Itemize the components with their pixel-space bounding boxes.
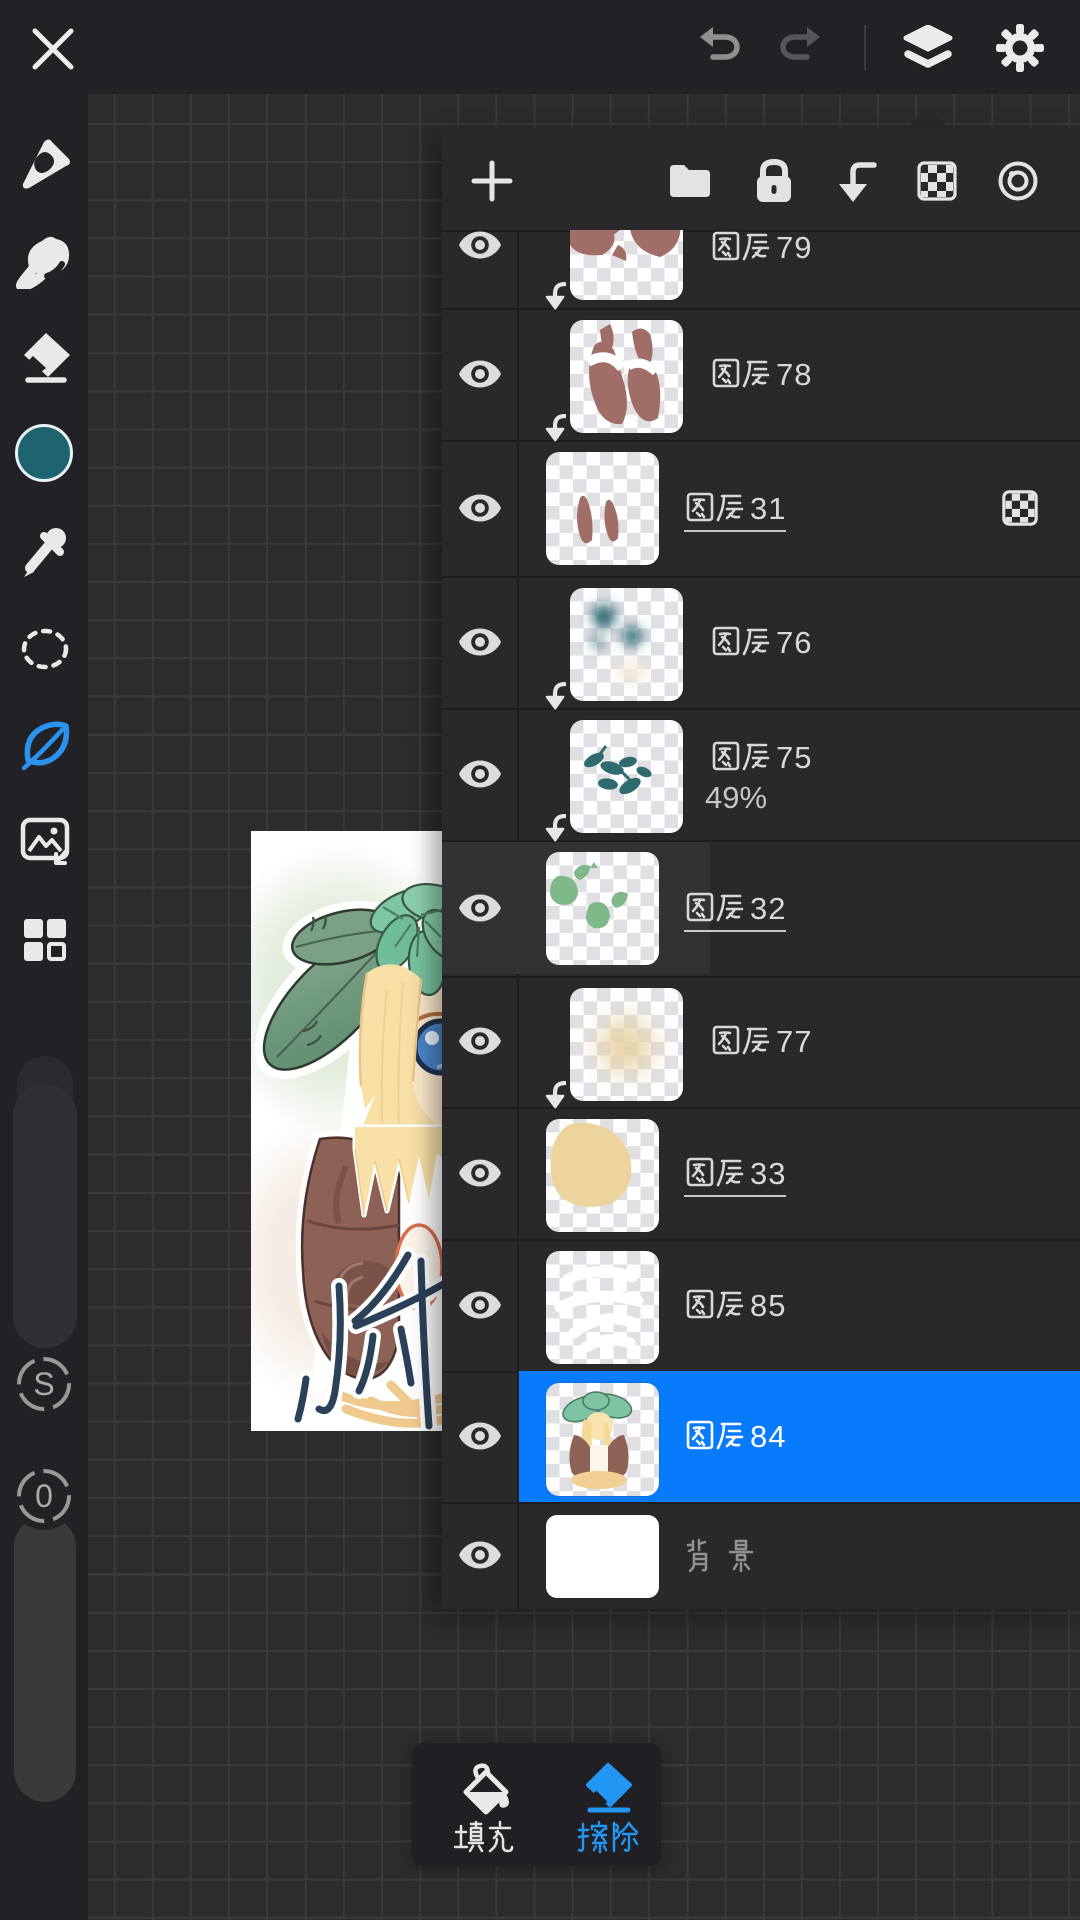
svg-text:S: S [33, 1366, 54, 1402]
svg-text:0: 0 [35, 1478, 53, 1514]
